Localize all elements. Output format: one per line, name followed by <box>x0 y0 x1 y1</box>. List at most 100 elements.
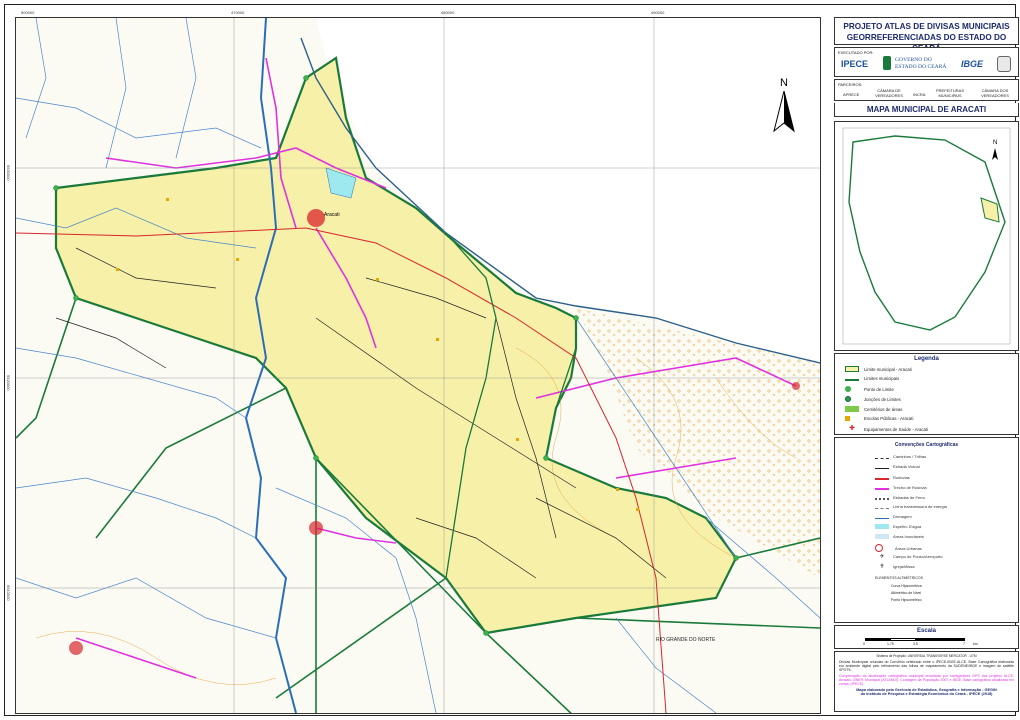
ipece-logo: IPECE <box>841 59 869 69</box>
executor-label: EXECUTADO POR: <box>838 50 874 55</box>
conv-item-7: Drenagem <box>875 514 912 519</box>
conv-label-7: Drenagem <box>893 514 912 519</box>
coord-left-2: 9520000 <box>6 375 11 391</box>
conv-symbol-6 <box>875 504 889 509</box>
partner-1: APRECE <box>843 92 860 97</box>
altimetric-2: Altimétrico de Nível <box>891 591 922 595</box>
scale-box: Escala 0 1,75 3,5 7 km <box>834 625 1019 649</box>
legend-swatch-3 <box>845 386 851 392</box>
conv-item-8: Espelho D'água <box>875 524 921 529</box>
coord-top-1: 470000 <box>231 10 245 15</box>
legend-swatch-4 <box>845 396 851 402</box>
legend-item-2: Limites municipais <box>845 376 899 381</box>
update-note: Complexação da atualização cartográfica … <box>839 674 1014 686</box>
conv-label-12: Igreja/Missa <box>893 564 915 569</box>
conv-label-3: Rodovias <box>893 474 910 480</box>
legend-label-3: Ponto de Limite <box>864 386 894 392</box>
conv-item-1: Caminhos / Trilhas <box>875 454 926 459</box>
partner-2: CÂMARA DE VEREADORES <box>875 88 903 98</box>
conv-label-8: Espelho D'água <box>893 524 922 529</box>
map-sheet: RIO GRANDE DO NORTE Aracati 470000 48000… <box>4 4 1019 716</box>
scale-tick-4: km <box>973 642 978 646</box>
legend-swatch-7: ✚ <box>849 425 855 432</box>
conv-label-2: Estrada Vicinal <box>893 464 920 469</box>
legend-item-5: Cemitérios de áreas <box>845 406 902 412</box>
coord-left-1: 9530000 <box>6 165 11 181</box>
legend-label-1: Limite municipal - Aracati <box>864 366 912 372</box>
north-arrow: N <box>769 77 799 137</box>
conv-item-10: Áreas Urbanas <box>875 544 922 552</box>
ibge-logo: IBGE <box>961 59 984 69</box>
map-title: MAPA MUNICIPAL DE ARACATI <box>866 105 987 114</box>
legend-label-7: Equipamentos de Saúde - Aracati <box>864 426 929 432</box>
ceara-outline <box>848 135 1006 331</box>
altimetric-1: Curva Hipsométrica <box>891 584 922 588</box>
source-note: Divisas Municipais oriundas do Convênio … <box>839 660 1014 672</box>
partners-label: PARCEIROS: <box>838 82 863 87</box>
coord-top-2: 480000 <box>441 10 455 15</box>
legend-item-7: ✚ Equipamentos de Saúde - Aracati <box>845 425 929 432</box>
conv-symbol-4 <box>875 484 889 490</box>
scale-tick-1: 1,75 <box>887 642 894 646</box>
conv-symbol-2 <box>875 464 889 469</box>
conv-label-4: Trecho de Rodovia <box>893 484 927 490</box>
legend-label-2: Limites municipais <box>864 376 900 381</box>
conv-item-5: Estradas de Ferro <box>875 494 925 500</box>
conv-label-11: Campo de Pouso/Aeroporto <box>893 554 943 559</box>
map-title-box: MAPA MUNICIPAL DE ARACATI <box>834 103 1019 117</box>
alce-emblem-icon <box>997 56 1011 72</box>
conv-symbol-9 <box>875 534 889 539</box>
conv-label-1: Caminhos / Trilhas <box>893 454 927 459</box>
side-panel: PROJETO ATLAS DE DIVISAS MUNICIPAIS GEOR… <box>773 17 1019 712</box>
partner-3: INCRA <box>913 92 926 97</box>
partner-5: CÂMARA DOS VEREADORES <box>981 88 1009 98</box>
credit-line2: do Instituto de Pesquisa e Estratégia Ec… <box>860 692 993 696</box>
projection-note: Sistema de Projeção: UNIVERSAL TRANSVERS… <box>876 654 977 658</box>
scale-tick-2: 3,5 <box>913 642 918 646</box>
conv-label-5: Estradas de Ferro <box>893 494 926 500</box>
conventions-box: Convenções Cartográficas Caminhos / Tril… <box>834 437 1019 623</box>
conv-item-9: Áreas Inundáveis <box>875 534 924 539</box>
conv-symbol-10 <box>875 544 883 552</box>
coord-top-4: 500000 <box>21 10 35 15</box>
legend-item-3: Ponto de Limite <box>845 386 894 392</box>
locator-north-letter: N <box>993 140 997 146</box>
governo-line2: ESTADO DO CEARÁ <box>895 64 947 70</box>
legend-item-4: Junções de Limites <box>845 396 901 402</box>
conv-symbol-1 <box>875 454 889 459</box>
conv-label-10: Áreas Urbanas <box>895 545 922 551</box>
scale-tick-0: 0 <box>863 642 865 646</box>
conv-item-3: Rodovias <box>875 474 910 480</box>
conv-label-6: Linha transmissora de energia <box>893 504 947 509</box>
legend-item-6: Escolas Públicas - Aracati <box>845 416 913 421</box>
legend-swatch-6 <box>845 416 850 421</box>
locator-north-arrow-icon <box>992 148 998 160</box>
conv-symbol-3 <box>875 474 889 480</box>
project-title-line1: PROJETO ATLAS DE DIVISAS MUNICIPAIS <box>843 22 1010 31</box>
aracati-label: Aracati <box>324 212 340 218</box>
government-emblem-icon <box>883 56 891 70</box>
conv-item-4: Trecho de Rodovia <box>875 484 927 490</box>
main-map[interactable]: RIO GRANDE DO NORTE Aracati <box>15 17 821 714</box>
rio-grande-do-norte-label: RIO GRANDE DO NORTE <box>656 637 716 643</box>
project-title-box: PROJETO ATLAS DE DIVISAS MUNICIPAIS GEOR… <box>834 17 1019 53</box>
conv-item-11: ✈ Campo de Pouso/Aeroporto <box>875 553 943 560</box>
conv-symbol-5 <box>875 494 889 500</box>
partners-box: PARCEIROS: APRECE CÂMARA DE VEREADORES I… <box>834 79 1019 101</box>
altimetric-3: Ponto Hipsométrico <box>891 598 922 602</box>
locator-map-box: N <box>834 121 1019 351</box>
ceara-locator-map: N <box>842 127 1011 345</box>
coord-left-3: 9510000 <box>6 585 11 601</box>
aracati-urban-area <box>307 209 325 227</box>
church-icon: ✝ <box>879 563 885 570</box>
conv-label-9: Áreas Inundáveis <box>893 534 924 539</box>
legend-label-6: Escolas Públicas - Aracati <box>864 416 914 421</box>
legend-swatch-5 <box>845 406 859 412</box>
map-canvas: RIO GRANDE DO NORTE Aracati <box>16 18 820 713</box>
governo-logo: GOVERNO DO ESTADO DO CEARÁ <box>895 57 946 71</box>
scale-bar <box>865 638 965 641</box>
scale-tick-3: 7 <box>963 642 965 646</box>
airport-icon: ✈ <box>879 553 885 560</box>
conv-symbol-7 <box>875 514 889 519</box>
conv-item-6: Linha transmissora de energia <box>875 504 947 509</box>
